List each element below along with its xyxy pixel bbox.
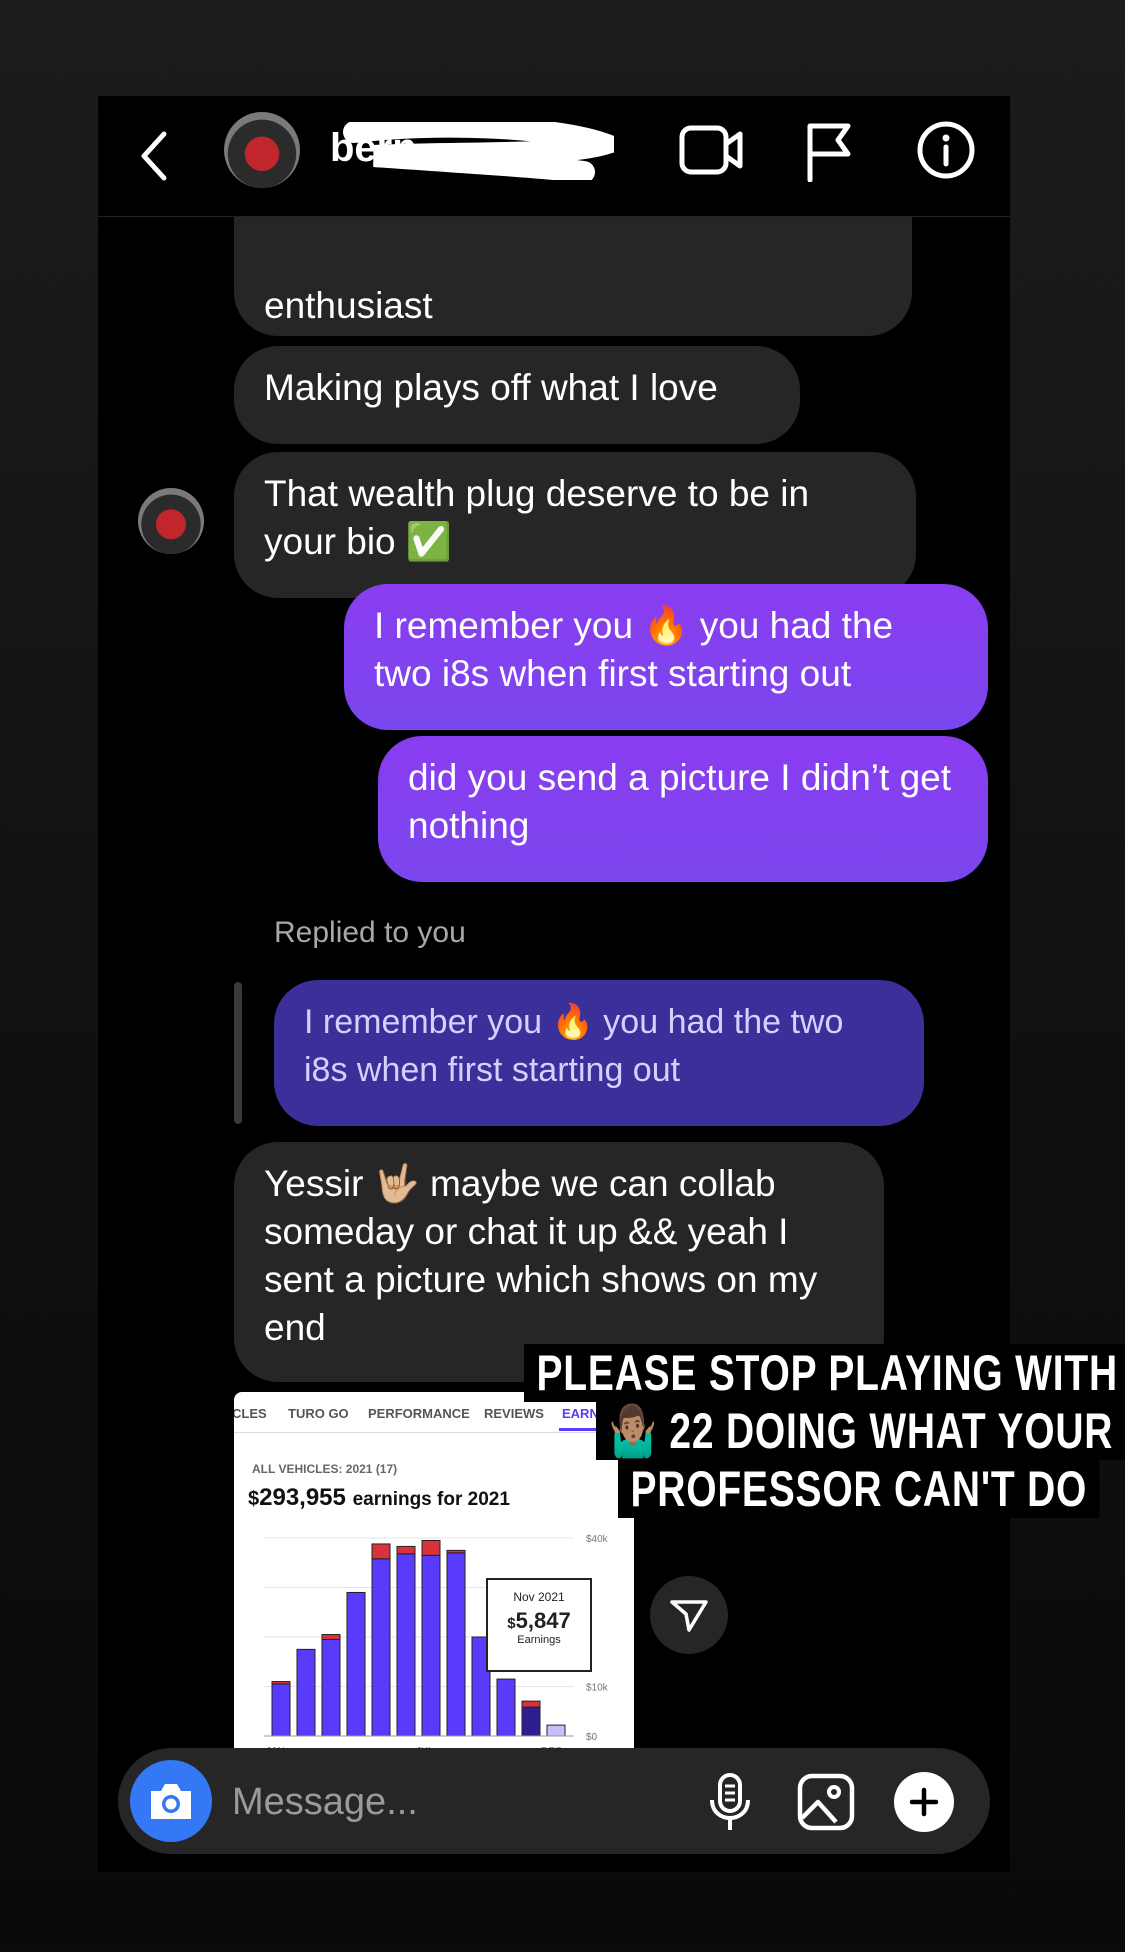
message-text: Making plays off what I love [264,367,718,408]
gallery-icon[interactable] [796,1772,856,1832]
total-suffix: earnings for 2021 [352,1489,510,1510]
camera-button[interactable] [130,1760,212,1842]
bar-top-jul [421,1539,441,1556]
reply-quote[interactable]: I remember you 🔥 you had the two i8s whe… [274,980,924,1126]
bar-oct [496,1678,516,1737]
chat-header: bern [98,96,1010,217]
flag-icon[interactable] [804,122,854,182]
bar-mar [321,1638,341,1737]
tooltip-amount: $5,847 [507,1608,571,1633]
share-button[interactable] [650,1576,728,1654]
reply-indicator-bar [234,982,242,1124]
dm-screen: bern enthusiast Making plays off what I … [98,96,1010,1872]
tab-performance: PERFORMANCE [368,1406,470,1421]
message-sent-2[interactable]: did you send a picture I didn’t get noth… [378,736,988,882]
caption-line-2: 🤷🏽‍♂️ 22 DOING WHAT YOUR [596,1402,1125,1460]
y-tick-label: $10k [586,1683,609,1694]
tabs-divider [234,1432,634,1433]
add-button[interactable] [894,1772,954,1832]
bar-aug [446,1552,466,1737]
message-text: did you send a picture I didn’t get noth… [408,757,952,846]
message-composer [118,1748,990,1854]
sender-avatar[interactable] [138,488,204,554]
tooltip-month: Nov 2021 [513,1590,565,1604]
message-received-3[interactable]: That wealth plug deserve to be in your b… [234,452,916,598]
tab-turo-go: TURO GO [288,1406,349,1421]
bar-jun [396,1553,416,1737]
bar-top-jun [396,1545,416,1555]
info-icon[interactable] [916,120,976,180]
bar-apr [346,1591,366,1737]
chart-tooltip: Nov 2021 $5,847 Earnings [486,1578,592,1672]
send-icon [670,1600,708,1632]
bar-nov [521,1706,541,1737]
replied-to-label: Replied to you [274,916,466,949]
bar-top-nov [521,1700,541,1708]
bar-top-may [371,1543,391,1560]
y-tick-label: $0 [586,1732,598,1743]
bar-top-aug [446,1549,466,1554]
earnings-total: $293,955 earnings for 2021 [248,1484,510,1512]
bar-dec [546,1724,566,1737]
message-text: That wealth plug deserve to be in your b… [264,473,810,562]
video-call-icon[interactable] [678,122,744,178]
tooltip-label: Earnings [517,1634,561,1646]
total-amount: 293,955 [259,1484,346,1511]
bar-may [371,1558,391,1737]
earnings-screenshot-image[interactable]: CLES TURO GO PERFORMANCE REVIEWS EARNING… [234,1392,634,1762]
bar-top-mar [321,1634,341,1640]
caption-line-3: PROFESSOR CAN'T DO [618,1460,1100,1518]
tab-reviews: REVIEWS [484,1406,544,1421]
message-input[interactable] [230,1774,614,1830]
redaction-scribble [343,122,614,180]
message-sent-1[interactable]: I remember you 🔥 you had the two i8s whe… [344,584,988,730]
message-text: I remember you 🔥 you had the two i8s whe… [374,605,894,694]
reply-quote-text: I remember you 🔥 you had the two i8s whe… [304,1003,844,1089]
plus-icon [909,1787,939,1817]
message-text: enthusiast [264,285,433,326]
caption-line-1: PLEASE STOP PLAYING WITH M [524,1344,1125,1402]
bar-jan [271,1683,291,1737]
message-received-2[interactable]: Making plays off what I love [234,346,800,444]
tab-vehicles: CLES [234,1406,267,1421]
bar-feb [296,1648,316,1737]
bar-jul [421,1554,441,1737]
earnings-subtitle: ALL VEHICLES: 2021 (17) [252,1462,398,1476]
contact-avatar[interactable] [224,112,300,188]
y-tick-label: $40k [586,1534,609,1545]
microphone-icon[interactable] [708,1772,752,1832]
message-text: Yessir 🤟🏼 maybe we can collab someday or… [264,1163,818,1348]
back-icon[interactable] [136,124,176,188]
camera-icon [151,1784,191,1819]
currency-sign: $ [248,1488,260,1510]
bar-top-jan [271,1681,291,1685]
